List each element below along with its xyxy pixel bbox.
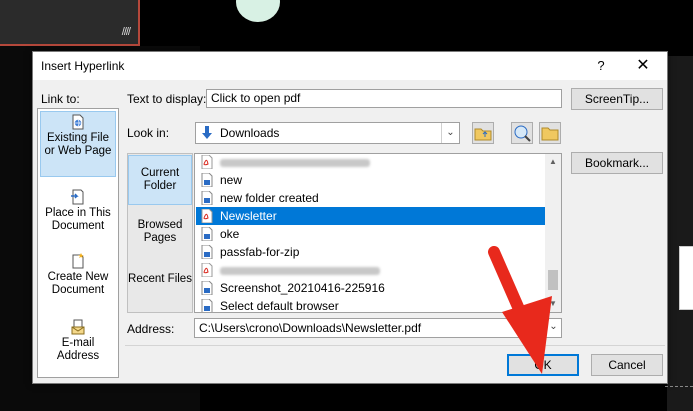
- dashed-line: [665, 386, 693, 387]
- place-in-document-icon: [71, 189, 84, 205]
- look-in-value: Downloads: [220, 126, 280, 140]
- file-icon: [201, 173, 213, 187]
- link-to-email-address-label: E-mail Address: [56, 337, 100, 362]
- slide-thumbnail: ////: [0, 0, 140, 46]
- bookmark-button[interactable]: Bookmark...: [571, 152, 663, 174]
- link-to-email-address[interactable]: E-mail Address: [40, 317, 116, 369]
- browse-folder-icon: [541, 127, 559, 141]
- file-row-blurred-1[interactable]: [196, 154, 546, 171]
- pdf-icon: [201, 263, 213, 277]
- file-icon: [201, 191, 213, 205]
- file-icon: [201, 227, 213, 241]
- create-new-document-icon: [72, 253, 84, 269]
- downloads-arrow-icon: [202, 126, 212, 139]
- right-panel: [667, 56, 693, 411]
- help-button[interactable]: ?: [591, 56, 611, 76]
- red-arrow-annotation: [488, 246, 552, 374]
- scope-browsed-pages[interactable]: Browsed Pages: [128, 212, 192, 260]
- link-to-existing-file[interactable]: Existing File or Web Page: [40, 111, 116, 177]
- link-to-existing-file-label: Existing File or Web Page: [44, 132, 112, 157]
- file-name: Newsletter: [220, 209, 277, 223]
- scroll-up-icon[interactable]: ▲: [545, 154, 561, 170]
- up-one-folder-button[interactable]: [472, 122, 494, 144]
- scope-recent-files[interactable]: Recent Files: [128, 264, 192, 312]
- browse-file-button[interactable]: [539, 122, 561, 144]
- link-to-place-in-document[interactable]: Place in This Document: [40, 187, 116, 239]
- link-to-panel: Existing File or Web Page Place in This …: [37, 108, 119, 378]
- file-row-newsletter[interactable]: Newsletter: [196, 207, 546, 225]
- existing-file-icon: [72, 114, 84, 130]
- text-to-display-label: Text to display:: [127, 92, 207, 106]
- screentip-button[interactable]: ScreenTip...: [571, 88, 663, 110]
- file-icon: [201, 299, 213, 312]
- chevron-down-icon: ⌄: [441, 123, 459, 143]
- dialog-separator: [125, 345, 665, 346]
- file-row-new-folder-created[interactable]: new folder created: [196, 189, 546, 207]
- file-name: new: [220, 173, 243, 187]
- browse-web-icon: [514, 125, 531, 142]
- blurred-filename: [220, 266, 380, 275]
- text-to-display-input[interactable]: Click to open pdf: [206, 89, 562, 108]
- close-button[interactable]: ✕: [633, 56, 653, 76]
- file-icon: [201, 245, 213, 259]
- link-to-label: Link to:: [41, 92, 80, 106]
- link-to-create-new-document-label: Create New Document: [47, 271, 109, 296]
- pdf-icon: [201, 155, 213, 169]
- slide-marks: ////: [121, 26, 131, 38]
- browse-web-button[interactable]: [511, 122, 533, 144]
- link-to-place-in-document-label: Place in This Document: [45, 207, 111, 232]
- file-name: Screenshot_20210416-225916: [220, 281, 385, 295]
- scope-current-folder[interactable]: Current Folder: [128, 155, 192, 205]
- dialog-titlebar: Insert Hyperlink ? ✕: [33, 52, 667, 80]
- side-note: [679, 246, 693, 310]
- blurred-filename: [220, 158, 370, 167]
- file-name: passfab-for-zip: [220, 245, 300, 259]
- pdf-icon: [201, 209, 213, 223]
- link-to-create-new-document[interactable]: Create New Document: [40, 251, 116, 303]
- dialog-title: Insert Hyperlink: [41, 59, 125, 73]
- file-row-oke[interactable]: oke: [196, 225, 546, 243]
- cancel-button[interactable]: Cancel: [591, 354, 663, 376]
- address-label: Address:: [127, 322, 175, 336]
- look-in-dropdown[interactable]: Downloads ⌄: [195, 122, 460, 144]
- insert-hyperlink-dialog: Insert Hyperlink ? ✕ Link to: Existing F…: [32, 51, 668, 384]
- file-name: new folder created: [220, 191, 319, 205]
- look-in-label: Look in:: [127, 126, 170, 140]
- email-address-icon: [71, 319, 85, 335]
- file-icon: [201, 281, 213, 295]
- file-name: oke: [220, 227, 240, 241]
- file-name: Select default browser: [220, 299, 339, 313]
- folder-up-icon: [474, 128, 492, 141]
- scope-panel: Current Folder Browsed Pages Recent File…: [127, 153, 193, 313]
- file-row-new[interactable]: new: [196, 171, 546, 189]
